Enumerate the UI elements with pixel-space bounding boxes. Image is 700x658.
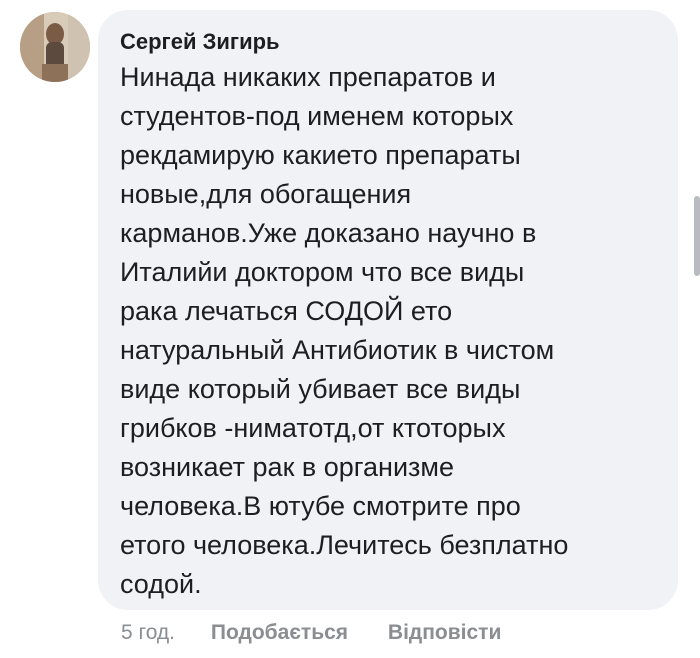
comment-line: етого человека.Лечитесь безплатно [120,530,569,560]
comment-line: человека.В ютубе смотрите про [120,491,521,521]
reply-button[interactable]: Відповісти [388,618,501,648]
comment-line: Нинада никаких препаратов и [120,62,496,92]
comment-line: рака лечаться СОДОЙ ето [120,296,453,326]
comment-line: Италийи доктором что все виды [120,257,525,287]
comment-line: новые,для обогащения [120,179,412,209]
comment-line: содой. [120,569,202,599]
avatar-photo-icon [20,12,90,82]
comment-actions: 5 год. Подобається Відповісти [121,618,501,648]
comment-line: грибков -ниматотд,от ктоторых [120,413,506,443]
comment-text: Нинада никаких препаратов и студентов-по… [120,58,656,604]
comment-line: карманов.Уже доказано научно в [120,218,537,248]
like-button[interactable]: Подобається [211,618,348,648]
comment-line: студентов-под именем которых [120,101,514,131]
comment-line: возникает рак в организме [120,452,454,482]
comment-bubble: Сергей Зигирь Нинада никаких препаратов … [98,10,678,610]
comment-line: виде который убивает все виды [120,374,521,404]
avatar[interactable] [20,12,90,82]
comment-line: натуральный Антибиотик в чистом [120,335,555,365]
comment-author[interactable]: Сергей Зигирь [120,28,656,56]
scrollbar[interactable] [694,196,700,276]
comment-timestamp[interactable]: 5 год. [121,618,175,648]
comment-line: рекдамирую какието препараты [120,140,521,170]
